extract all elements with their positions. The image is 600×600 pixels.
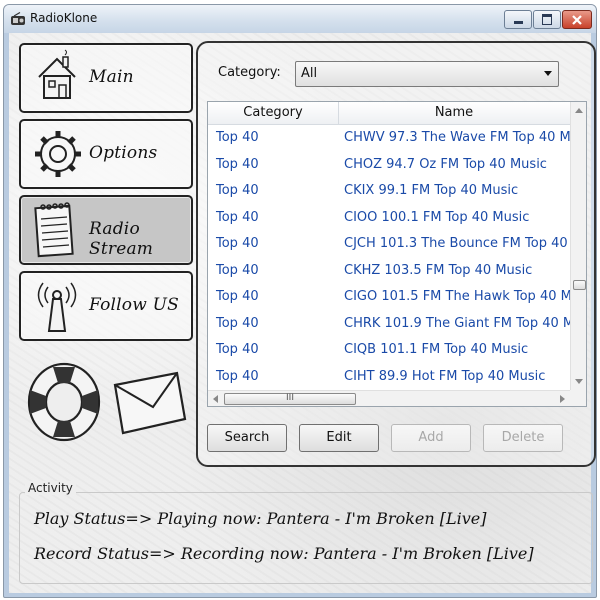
nav-radio-stream-label: Radio Stream	[89, 219, 154, 259]
chevron-down-icon	[544, 71, 552, 76]
nav-options-label: Options	[89, 143, 158, 163]
scroll-right-icon[interactable]	[560, 395, 565, 403]
table-row[interactable]: Top 40 CIHT 89.9 Hot FM Top 40 Music	[208, 364, 570, 391]
envelope-icon[interactable]	[109, 363, 189, 443]
cell-name: CIGO 101.5 FM The Hawk Top 40 Music	[344, 289, 570, 304]
house-icon	[38, 49, 76, 99]
cell-name: CIOO 100.1 FM Top 40 Music	[344, 209, 530, 225]
radio-icon	[10, 11, 26, 30]
cell-name: CHWV 97.3 The Wave FM Top 40 Music	[344, 130, 570, 145]
cell-name: CIQB 101.1 FM Top 40 Music	[344, 342, 529, 357]
cell-category: Top 40	[216, 209, 259, 225]
stations-table: Category Name Top 40 CHWV 97.3 The Wave F…	[207, 101, 587, 407]
play-status: Play Status=> Playing now: Pantera - I'm…	[34, 509, 487, 528]
cell-category: Top 40	[216, 130, 259, 145]
window-title: RadioKlone	[30, 11, 98, 25]
table-row[interactable]: Top 40 CKIX 99.1 FM Top 40 Music	[208, 178, 570, 205]
nav-main-button[interactable]: Main	[19, 43, 193, 113]
maximize-button[interactable]	[533, 10, 561, 29]
scroll-up-icon[interactable]	[575, 108, 583, 113]
delete-button[interactable]: Delete	[483, 424, 563, 452]
nav-follow-us-label: Follow US	[89, 295, 179, 315]
minimize-button[interactable]	[504, 10, 532, 29]
column-header-name[interactable]: Name	[339, 102, 569, 124]
table-body: Top 40 CHWV 97.3 The Wave FM Top 40 Music…	[208, 125, 570, 391]
edit-button[interactable]: Edit	[299, 424, 379, 452]
category-select[interactable]: All	[295, 61, 559, 87]
category-label: Category:	[218, 65, 281, 80]
cell-name: CKIX 99.1 FM Top 40 Music	[344, 183, 519, 198]
cell-category: Top 40	[216, 262, 259, 278]
nav-radio-stream-button[interactable]: Radio Stream	[19, 195, 193, 265]
table-row[interactable]: Top 40 CIGO 101.5 FM The Hawk Top 40 Musi…	[208, 284, 570, 311]
antenna-icon	[37, 282, 77, 332]
maximize-icon	[542, 14, 552, 25]
activity-group: Play Status=> Playing now: Pantera - I'm…	[19, 492, 593, 584]
cell-name: CHOZ 94.7 Oz FM Top 40 Music	[344, 156, 547, 172]
search-button[interactable]: Search	[207, 424, 287, 452]
gear-icon	[35, 131, 81, 177]
life-ring-icon[interactable]	[23, 358, 105, 446]
cell-category: Top 40	[216, 183, 259, 198]
cell-name: CIHT 89.9 Hot FM Top 40 Music	[344, 368, 546, 384]
table-header: Category Name	[208, 102, 570, 125]
stations-panel: Category: All Category Name Top 40 CHWV 9…	[196, 41, 596, 467]
nav-follow-us-button[interactable]: Follow US	[19, 271, 193, 341]
add-button[interactable]: Add	[391, 424, 471, 452]
cell-category: Top 40	[216, 236, 259, 251]
scroll-down-icon[interactable]	[575, 379, 583, 384]
cell-name: CKHZ 103.5 FM Top 40 Music	[344, 262, 533, 278]
record-status: Record Status=> Recording now: Pantera -…	[34, 544, 534, 563]
table-row[interactable]: Top 40 CIOO 100.1 FM Top 40 Music	[208, 205, 570, 232]
cell-name: CHRK 101.9 The Giant FM Top 40 Music	[344, 315, 570, 331]
cell-name: CJCH 101.3 The Bounce FM Top 40 Music	[344, 236, 570, 251]
vertical-scrollbar[interactable]	[570, 102, 586, 390]
vertical-scroll-thumb[interactable]	[573, 280, 586, 290]
scroll-left-icon[interactable]	[213, 395, 218, 403]
cell-category: Top 40	[216, 156, 259, 172]
cell-category: Top 40	[216, 315, 259, 331]
scroll-corner	[570, 390, 586, 406]
table-row[interactable]: Top 40 CHWV 97.3 The Wave FM Top 40 Music	[208, 125, 570, 152]
cell-category: Top 40	[216, 289, 259, 304]
table-row[interactable]: Top 40 CHOZ 94.7 Oz FM Top 40 Music	[208, 152, 570, 179]
nav-options-button[interactable]: Options	[19, 119, 193, 189]
minimize-icon	[513, 21, 523, 24]
table-row[interactable]: Top 40 CIQB 101.1 FM Top 40 Music	[208, 337, 570, 364]
close-icon	[572, 14, 582, 25]
table-row[interactable]: Top 40 CHRK 101.9 The Giant FM Top 40 Mus…	[208, 311, 570, 338]
cell-category: Top 40	[216, 368, 259, 384]
close-button[interactable]	[562, 10, 592, 29]
app-window: RadioKlone Main Options Radio Stream Fol…	[3, 4, 597, 598]
cell-category: Top 40	[216, 342, 259, 357]
activity-legend: Activity	[25, 481, 76, 495]
horizontal-scroll-thumb[interactable]: III	[224, 393, 356, 405]
category-select-value: All	[301, 66, 318, 81]
nav-main-label: Main	[89, 67, 134, 87]
column-header-category[interactable]: Category	[208, 102, 339, 124]
table-row[interactable]: Top 40 CKHZ 103.5 FM Top 40 Music	[208, 258, 570, 285]
client-area: Main Options Radio Stream Follow US Cate…	[9, 33, 596, 593]
horizontal-scrollbar[interactable]: III	[208, 390, 570, 406]
title-bar[interactable]: RadioKlone	[4, 5, 596, 33]
table-row[interactable]: Top 40 CJCH 101.3 The Bounce FM Top 40 Mu…	[208, 231, 570, 258]
notepad-icon	[34, 202, 74, 258]
